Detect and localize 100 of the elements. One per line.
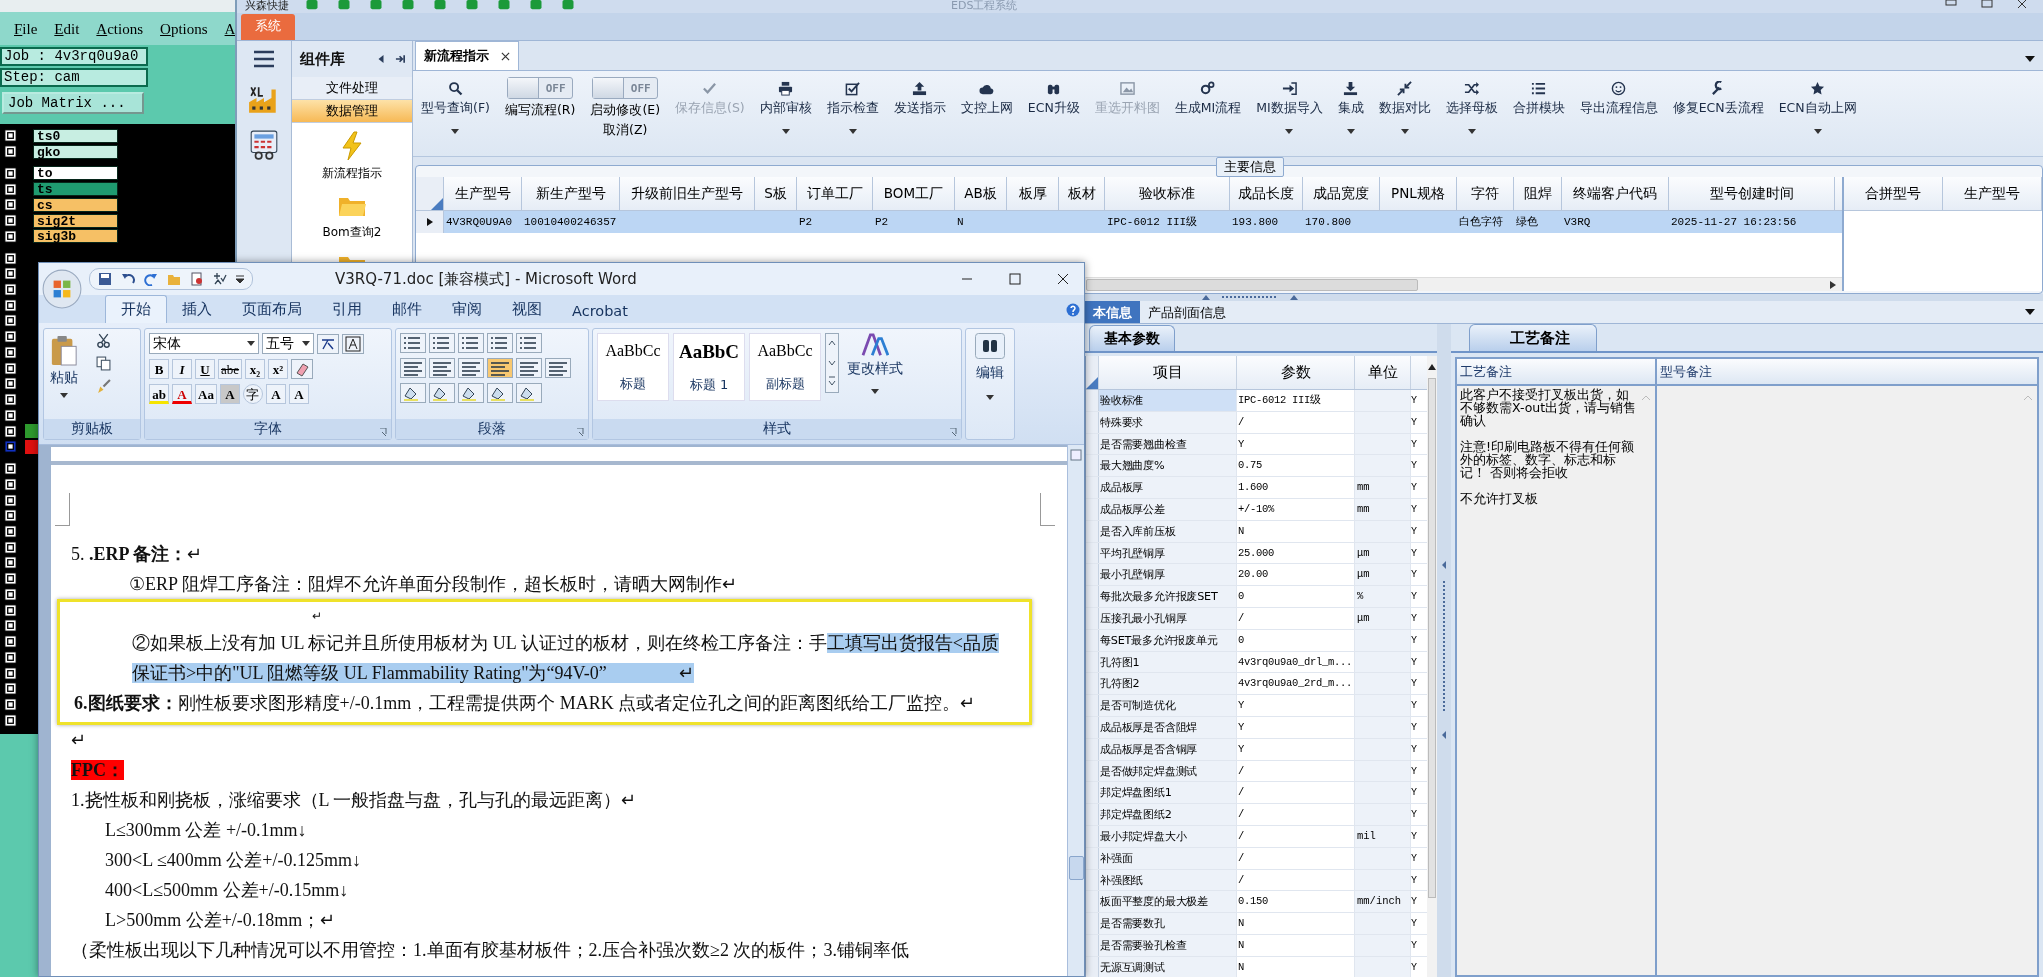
column-header[interactable]: 升级前旧生产型号 bbox=[620, 177, 755, 210]
column-header[interactable]: PNL规格 bbox=[1380, 177, 1457, 210]
column-header[interactable]: 项目 bbox=[1099, 356, 1237, 389]
table-row[interactable]: 补强图纸 / Y bbox=[1086, 869, 1427, 892]
layer-name[interactable]: sig3b bbox=[33, 229, 118, 244]
table-row[interactable]: 平均孔壁铜厚 25.000 μm Y bbox=[1086, 542, 1427, 565]
table-row[interactable]: 板面平整度的最大极差 0.150 mm/inch Y bbox=[1086, 891, 1427, 914]
column-header[interactable]: 字符 bbox=[1457, 177, 1514, 210]
table-row[interactable]: 成品板厚 1.600 mm Y bbox=[1086, 477, 1427, 499]
layer-name[interactable]: ts0 bbox=[33, 128, 118, 143]
format-button[interactable]: 字 bbox=[242, 384, 263, 404]
ribbon-tab[interactable]: 引用 bbox=[317, 296, 377, 323]
menu-item[interactable]: Edit bbox=[54, 21, 80, 45]
table-row[interactable]: 压接孔最小孔铜厚 / μm Y bbox=[1086, 607, 1427, 630]
toolbar-button[interactable]: 型号查询(F) bbox=[421, 81, 490, 134]
ribbon-tab[interactable]: 页面布局 bbox=[227, 296, 317, 323]
layer-name[interactable]: gko bbox=[33, 144, 118, 159]
format-button[interactable]: A bbox=[288, 384, 309, 404]
section-header[interactable]: 数据管理 bbox=[292, 100, 412, 123]
column-header[interactable]: 合拼型号 bbox=[1844, 177, 1943, 210]
table-row[interactable]: 孔符图2 4v3rq0u9a0_2rd_m... Y bbox=[1086, 673, 1427, 696]
column-header[interactable]: 板材 bbox=[1059, 177, 1105, 210]
format-button[interactable]: abe bbox=[218, 359, 243, 379]
table-row[interactable]: 是否需要验孔检查 N Y bbox=[1086, 934, 1427, 957]
table-row[interactable]: 成品板厚是否含阻焊 Y Y bbox=[1086, 716, 1427, 739]
section-tab[interactable]: 产品剖面信息 bbox=[1140, 301, 1234, 323]
column-header[interactable]: 新生产型号 bbox=[522, 177, 620, 210]
job-matrix-button[interactable]: Job Matrix ... bbox=[2, 92, 144, 114]
column-header[interactable]: 型号创建时间 bbox=[1669, 177, 1835, 210]
toolbar-button[interactable]: MI数据导入 bbox=[1256, 81, 1323, 134]
table-row[interactable]: 孔符图1 4v3rq0u9a0_drl_m... Y bbox=[1086, 651, 1427, 674]
column-header[interactable]: AB板 bbox=[955, 177, 1007, 210]
library-item[interactable]: Bom查询2 bbox=[322, 224, 382, 241]
column-header[interactable]: 单位 bbox=[1355, 356, 1411, 389]
column-header[interactable]: BOM工厂 bbox=[873, 177, 955, 210]
font-field[interactable]: 宋体 bbox=[149, 333, 259, 354]
table-row[interactable]: 邦定焊盘图纸1 / Y bbox=[1086, 782, 1427, 805]
column-header[interactable]: 订单工厂 bbox=[797, 177, 873, 210]
column-header[interactable]: 型号备注 bbox=[1657, 359, 2037, 386]
toolbar-button[interactable]: 发送指示 bbox=[893, 81, 946, 117]
layer-name[interactable]: to bbox=[33, 166, 118, 181]
toolbar-button[interactable]: 内部审核 bbox=[759, 81, 812, 134]
ribbon-tab[interactable]: 开始 bbox=[105, 295, 167, 323]
toolbar-button[interactable]: 指示检查 bbox=[826, 81, 879, 134]
ribbon-tab[interactable]: 审阅 bbox=[437, 296, 497, 323]
table-row[interactable]: 是否做邦定焊盘测试 / Y bbox=[1086, 760, 1427, 783]
ribbon-tab[interactable]: 插入 bbox=[167, 296, 227, 323]
format-button[interactable]: Aa bbox=[195, 384, 217, 404]
format-button[interactable]: A bbox=[219, 384, 240, 404]
section-tab[interactable]: 本信息 bbox=[1085, 301, 1140, 323]
size-field[interactable]: 五号 bbox=[262, 333, 314, 354]
column-header[interactable]: 生产型号 bbox=[444, 177, 522, 210]
style-preset[interactable]: AaBbC 标题 1 bbox=[673, 333, 745, 401]
table-row[interactable]: 成品板厚是否含铜厚 Y Y bbox=[1086, 738, 1427, 761]
column-header[interactable]: 终端客户代码 bbox=[1562, 177, 1669, 210]
layer-name[interactable]: cs bbox=[33, 197, 118, 212]
table-row[interactable]: 特殊要求 / Y bbox=[1086, 411, 1427, 434]
table-row[interactable]: 是否需要数孔 N Y bbox=[1086, 913, 1427, 935]
column-header[interactable]: S板 bbox=[755, 177, 797, 210]
section-header[interactable]: 文件处理 bbox=[292, 77, 412, 100]
sub-tab[interactable]: 基本参数 bbox=[1089, 325, 1175, 351]
table-row[interactable]: 每SET最多允许报废单元 0 Y bbox=[1086, 629, 1427, 652]
paste-button[interactable]: 粘贴 bbox=[48, 333, 80, 400]
style-preset[interactable]: AaBbCc 副标题 bbox=[749, 333, 821, 401]
toolbar-button[interactable]: 选择母板 bbox=[1445, 81, 1498, 134]
change-styles-button[interactable]: 更改样式 bbox=[847, 333, 903, 415]
table-row[interactable]: 每批次最多允许报废SET 0 % Y bbox=[1086, 586, 1427, 608]
layer-name[interactable]: ts bbox=[33, 182, 118, 197]
format-button[interactable]: I bbox=[172, 359, 192, 379]
menu-item[interactable]: Actions bbox=[96, 21, 144, 45]
format-button[interactable]: A bbox=[172, 384, 192, 404]
toolbar-button[interactable]: 合拼模块 bbox=[1512, 81, 1565, 117]
column-header[interactable]: 验收标准 bbox=[1105, 177, 1230, 210]
format-button[interactable]: U bbox=[195, 359, 215, 379]
document-tab[interactable]: 新流程指示 bbox=[415, 41, 519, 70]
format-button[interactable]: x₂ bbox=[245, 359, 266, 379]
table-row[interactable]: 是否需要翘曲检查 Y Y bbox=[1086, 433, 1427, 456]
toolbar-button[interactable]: ECN自动上网 bbox=[1778, 81, 1857, 134]
column-header[interactable]: 板厚 bbox=[1007, 177, 1059, 210]
toolbar-button[interactable]: 修复ECN丢流程 bbox=[1672, 81, 1764, 117]
table-row[interactable]: 补强面 / Y bbox=[1086, 847, 1427, 870]
menu-item[interactable]: Options bbox=[160, 21, 208, 45]
table-row[interactable]: 最大翘曲度% 0.75 Y bbox=[1086, 455, 1427, 478]
format-button[interactable]: B bbox=[149, 359, 169, 379]
toolbar-button[interactable]: 数据对比 bbox=[1378, 81, 1431, 134]
column-header[interactable]: 生产型号 bbox=[1943, 177, 2042, 210]
table-row[interactable]: 验收标准 IPC-6012 III级 Y bbox=[1086, 390, 1427, 412]
column-header[interactable]: 工艺备注 bbox=[1457, 359, 1655, 386]
table-row[interactable]: 最小孔壁铜厚 20.00 μm Y bbox=[1086, 564, 1427, 587]
ribbon-tab[interactable]: 视图 bbox=[497, 296, 557, 323]
ribbon-tab[interactable]: 邮件 bbox=[377, 296, 437, 323]
toolbar-button[interactable]: ECN升级 bbox=[1027, 81, 1080, 117]
table-row[interactable]: 是否入库前压板 N Y bbox=[1086, 520, 1427, 543]
column-header[interactable]: 阻焊 bbox=[1514, 177, 1562, 210]
column-header[interactable]: 参数 bbox=[1237, 356, 1355, 389]
toolbar-button[interactable]: 导出流程信息 bbox=[1579, 81, 1658, 117]
style-preset[interactable]: AaBbCc 标题 bbox=[597, 333, 669, 401]
table-row[interactable]: 邦定焊盘图纸2 / Y bbox=[1086, 804, 1427, 826]
menu-item[interactable]: File bbox=[14, 21, 38, 45]
toolbar-button[interactable]: 生成MI流程 bbox=[1174, 81, 1242, 117]
